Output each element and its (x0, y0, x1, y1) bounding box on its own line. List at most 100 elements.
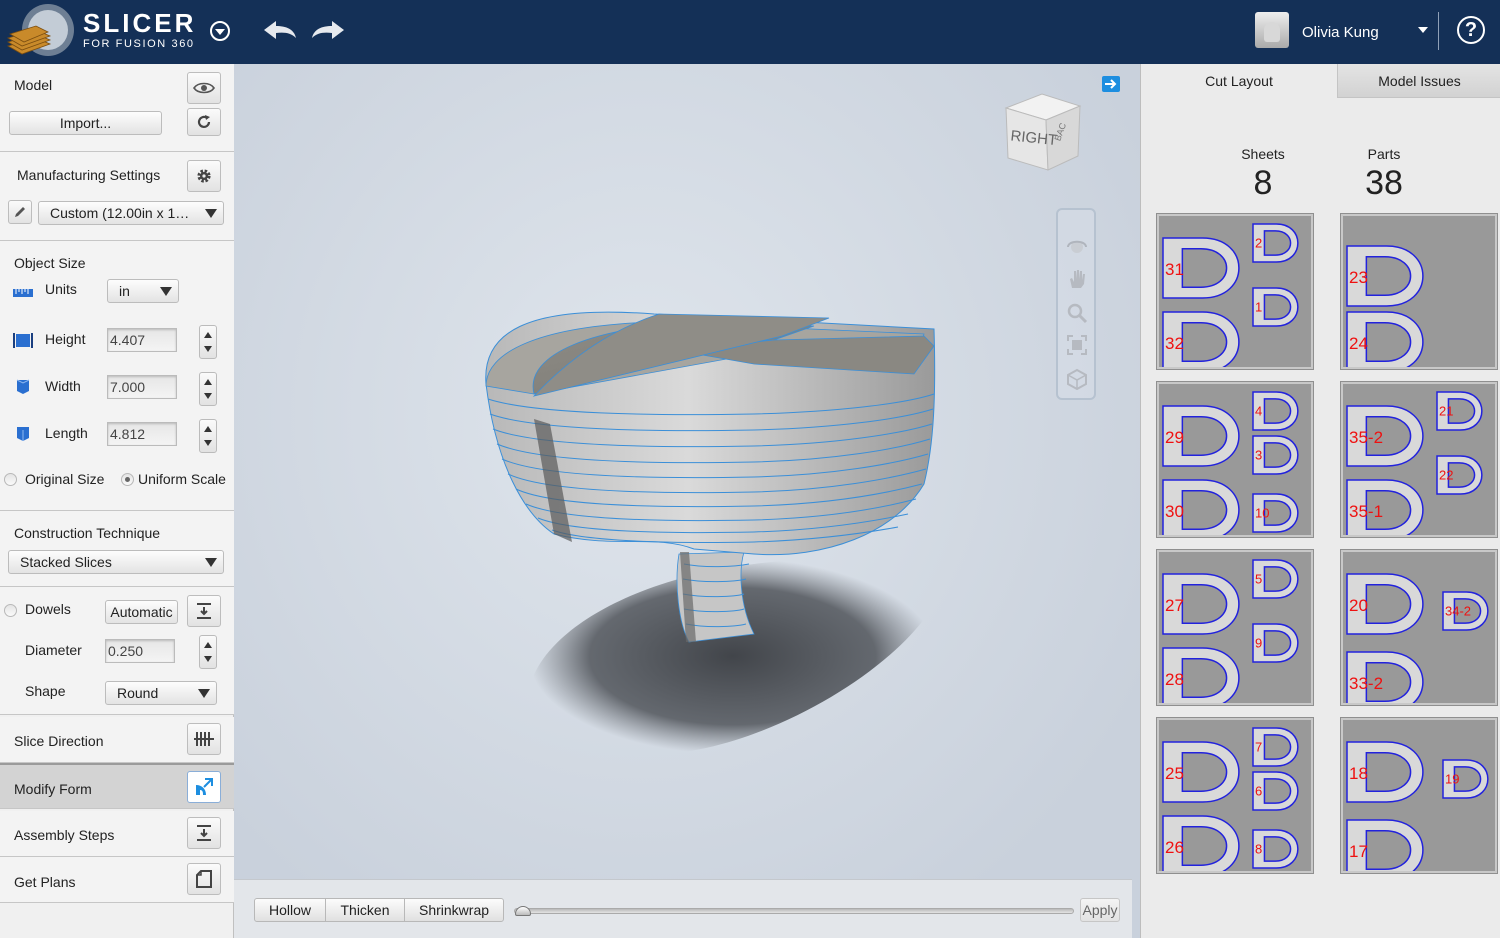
part-number-label: 3 (1255, 448, 1262, 463)
part-number-label: 26 (1165, 838, 1184, 857)
import-button[interactable]: Import... (9, 111, 162, 135)
part-number-label: 29 (1165, 428, 1184, 447)
slider-thumb[interactable] (515, 906, 531, 916)
tab-model-issues[interactable]: Model Issues (1337, 64, 1500, 98)
help-icon[interactable]: ? (1457, 16, 1485, 44)
get-plans-button[interactable] (187, 863, 221, 895)
assembly-steps-section[interactable]: Assembly Steps (0, 811, 234, 857)
get-plans-section[interactable]: Get Plans (0, 857, 234, 903)
part-number-label: 1 (1255, 300, 1262, 315)
part-number-label: 35-2 (1349, 428, 1383, 447)
assembly-steps-button[interactable] (187, 817, 221, 849)
dowels-toggle[interactable] (4, 604, 17, 617)
cut-sheet-thumbnail[interactable]: 31 2 32 1 (1157, 214, 1313, 369)
app-menu-dropdown-icon[interactable] (208, 19, 232, 43)
part-number-label: 34-2 (1445, 604, 1471, 619)
tab-cut-layout[interactable]: Cut Layout (1141, 64, 1337, 98)
shape-value: Round (117, 685, 159, 701)
parts-count: 38 (1365, 164, 1403, 202)
refresh-button[interactable] (187, 108, 221, 136)
eye-icon (193, 82, 215, 94)
shrinkwrap-button[interactable]: Shrinkwrap (404, 898, 504, 922)
undo-icon[interactable] (262, 16, 298, 44)
view-cube[interactable]: RIGHT BAC (1000, 86, 1084, 176)
header-divider (1438, 12, 1439, 50)
part-number-label: 32 (1165, 334, 1184, 353)
part-number-label: 17 (1349, 842, 1368, 861)
cut-sheet-thumbnail[interactable]: 20 34-2 33-2 (1341, 550, 1497, 705)
height-cube-icon (13, 333, 33, 348)
assembly-steps-icon (197, 825, 211, 841)
edit-preset-button[interactable] (8, 200, 32, 224)
user-menu-caret-icon[interactable] (1418, 27, 1428, 33)
length-input[interactable]: 4.812 (107, 422, 177, 446)
assembly-icon (197, 603, 211, 619)
form-amount-slider[interactable] (514, 908, 1074, 914)
slice-direction-label: Slice Direction (14, 733, 104, 749)
width-input[interactable]: 7.000 (107, 375, 177, 399)
units-select[interactable]: in (107, 279, 179, 303)
brand-subtitle: FOR FUSION 360 (83, 38, 195, 50)
chevron-down-icon (205, 209, 217, 218)
model-title: Model (14, 77, 53, 93)
diameter-stepper[interactable] (199, 635, 217, 669)
apply-button[interactable]: Apply (1080, 898, 1120, 922)
height-input[interactable]: 4.407 (107, 328, 177, 352)
cut-sheet-thumbnail[interactable]: 35-2 21 35-1 22 (1341, 382, 1497, 537)
redo-icon[interactable] (310, 16, 346, 44)
object-size-title: Object Size (14, 255, 86, 271)
cut-sheet-thumbnail[interactable]: 29 4 3 30 10 (1157, 382, 1313, 537)
slice-direction-section[interactable]: Slice Direction (0, 717, 234, 763)
chevron-down-icon (205, 558, 217, 567)
slice-direction-button[interactable] (187, 723, 221, 755)
height-stepper[interactable] (199, 325, 217, 359)
object-size-section: Object Size Units in Height 4.407 Width … (0, 241, 234, 511)
chevron-down-icon (160, 287, 172, 296)
slicer-logo-icon (6, 4, 74, 56)
sheets-count: 8 (1253, 164, 1273, 202)
uniform-scale-radio[interactable] (121, 473, 134, 486)
zoom-icon[interactable] (1066, 302, 1088, 324)
length-stepper[interactable] (199, 419, 217, 453)
diameter-label: Diameter (25, 642, 82, 658)
dowels-mode-button[interactable]: Automatic (105, 600, 178, 624)
user-name[interactable]: Olivia Kung (1302, 24, 1379, 41)
hollow-button[interactable]: Hollow (254, 898, 326, 922)
modify-form-button[interactable] (187, 771, 221, 803)
dowels-assembly-button[interactable] (187, 595, 221, 627)
cut-sheet-thumbnail[interactable]: 18 19 17 (1341, 718, 1497, 873)
collapse-panel-button[interactable] (1102, 76, 1120, 92)
construction-section: Construction Technique Stacked Slices (0, 511, 234, 587)
part-number-label: 28 (1165, 670, 1184, 689)
model-section: Model Import... (0, 64, 234, 152)
diameter-input[interactable]: 0.250 (105, 639, 175, 663)
dowels-label: Dowels (25, 601, 71, 617)
construction-select[interactable]: Stacked Slices (8, 550, 224, 574)
cut-sheet-thumbnail[interactable]: 27 5 28 9 (1157, 550, 1313, 705)
manufacturing-section: Manufacturing Settings Custom (12.00in x… (0, 152, 234, 241)
visibility-button[interactable] (187, 72, 221, 104)
original-size-radio[interactable] (4, 473, 17, 486)
shape-select[interactable]: Round (105, 681, 217, 705)
uniform-scale-label: Uniform Scale (138, 471, 226, 487)
cut-sheet-thumbnail[interactable]: 25 7 6 26 8 (1157, 718, 1313, 873)
pan-hand-icon[interactable] (1066, 268, 1088, 290)
home-view-icon[interactable] (1066, 368, 1088, 390)
3d-viewport[interactable]: RIGHT BAC Hollow Thicken Shrinkwrap Appl… (234, 64, 1140, 938)
machine-preset-select[interactable]: Custom (12.00in x 1… (38, 201, 224, 225)
modify-form-toolbar: Hollow Thicken Shrinkwrap Apply (234, 879, 1132, 938)
parts-label: Parts (1367, 146, 1401, 162)
manufacturing-settings-button[interactable] (187, 160, 221, 192)
brand-title: SLICER (83, 8, 197, 38)
thicken-button[interactable]: Thicken (325, 898, 405, 922)
orbit-icon[interactable] (1066, 236, 1088, 258)
modify-form-section[interactable]: Modify Form (0, 763, 234, 809)
fit-view-icon[interactable] (1066, 334, 1088, 356)
width-stepper[interactable] (199, 372, 217, 406)
cut-sheet-thumbnail[interactable]: 23 24 (1341, 214, 1497, 369)
app-header: SLICER FOR FUSION 360 Olivia Kung ? (0, 0, 1500, 64)
construction-title: Construction Technique (14, 525, 161, 541)
user-avatar[interactable] (1255, 12, 1289, 48)
original-size-label: Original Size (25, 471, 105, 487)
sliced-model-render (485, 311, 938, 754)
